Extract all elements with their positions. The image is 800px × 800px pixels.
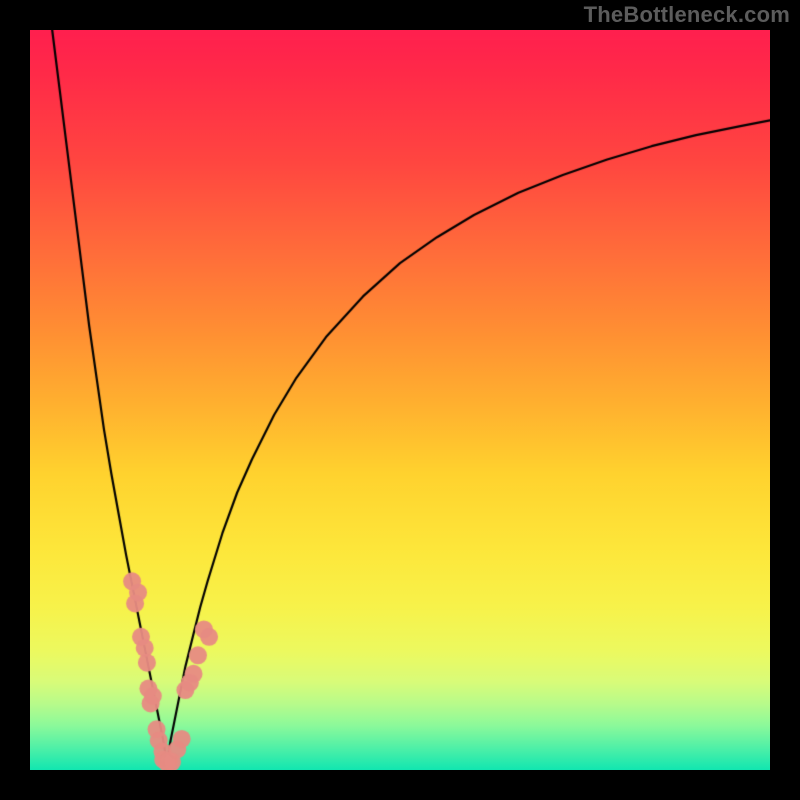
watermark-text: TheBottleneck.com xyxy=(584,2,790,28)
curve-canvas xyxy=(30,30,770,770)
chart-frame: TheBottleneck.com xyxy=(0,0,800,800)
plot-area xyxy=(30,30,770,770)
